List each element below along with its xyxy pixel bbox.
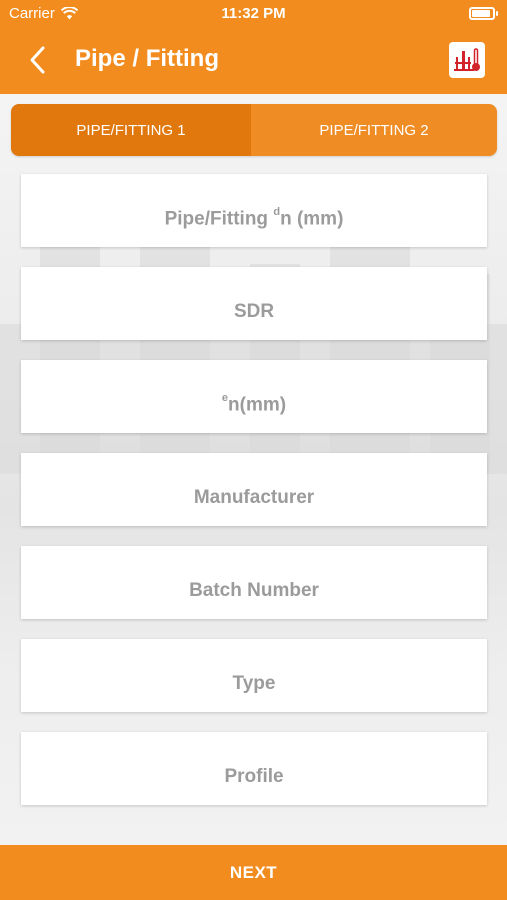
wall-thickness-placeholder: en(mm) bbox=[221, 391, 287, 415]
page-title: Pipe / Fitting bbox=[75, 45, 219, 72]
battery-icon bbox=[469, 7, 498, 20]
tab-pipe-fitting-1[interactable]: PIPE/FITTING 1 bbox=[11, 104, 251, 156]
chevron-left-icon bbox=[30, 46, 45, 74]
status-bar: Carrier 11:32 PM bbox=[0, 0, 507, 28]
type-field[interactable]: Type bbox=[21, 639, 487, 712]
wall-thickness-field[interactable]: en(mm) bbox=[21, 360, 487, 433]
manufacturer-field[interactable]: Manufacturer bbox=[21, 453, 487, 526]
sdr-field[interactable]: SDR bbox=[21, 267, 487, 340]
profile-placeholder: Profile bbox=[224, 766, 284, 787]
status-time: 11:32 PM bbox=[221, 5, 286, 22]
profile-field[interactable]: Profile bbox=[21, 732, 487, 805]
next-button[interactable]: NEXT bbox=[0, 845, 507, 900]
sdr-placeholder: SDR bbox=[233, 301, 275, 322]
app-logo-button[interactable] bbox=[449, 42, 485, 78]
batch-number-placeholder: Batch Number bbox=[189, 580, 319, 601]
back-button[interactable] bbox=[25, 42, 55, 78]
manufacturer-placeholder: Manufacturer bbox=[193, 487, 315, 508]
navigation-bar: Pipe / Fitting bbox=[0, 28, 507, 94]
type-placeholder: Type bbox=[232, 673, 276, 694]
welding-app-icon bbox=[454, 48, 480, 71]
pipe-diameter-field[interactable]: Pipe/Fitting dn (mm) bbox=[21, 174, 487, 247]
tab-pipe-fitting-2[interactable]: PIPE/FITTING 2 bbox=[251, 104, 497, 156]
pipe-diameter-placeholder: Pipe/Fitting dn (mm) bbox=[164, 205, 344, 229]
batch-number-field[interactable]: Batch Number bbox=[21, 546, 487, 619]
pipe-fitting-tabs: PIPE/FITTING 1 PIPE/FITTING 2 bbox=[11, 104, 497, 156]
